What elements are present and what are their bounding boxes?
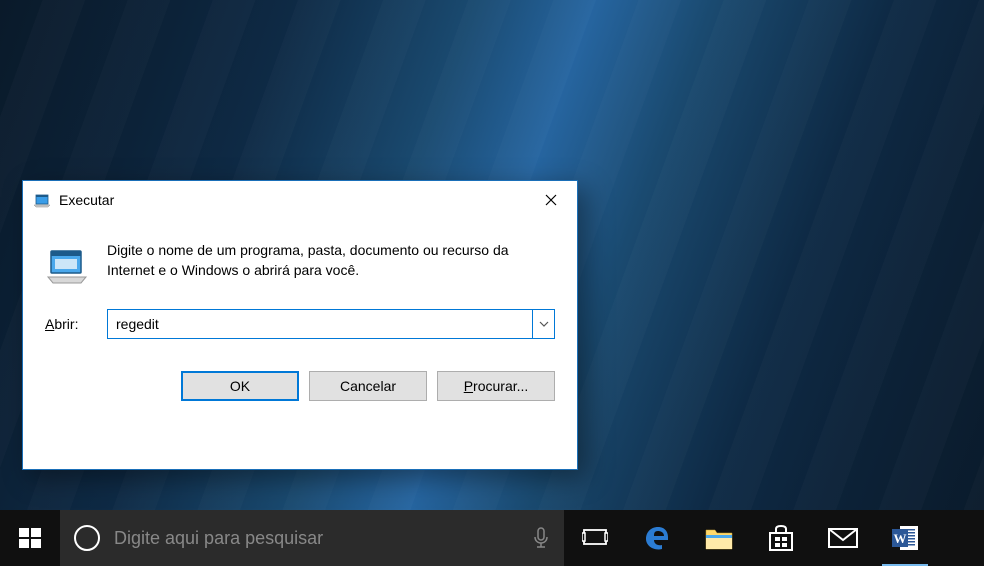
windows-logo-icon [19, 527, 41, 549]
browse-button[interactable]: Procurar... [437, 371, 555, 401]
microphone-icon[interactable] [532, 527, 550, 549]
file-explorer-icon [704, 525, 734, 551]
dialog-title: Executar [59, 192, 525, 208]
start-button[interactable] [0, 510, 60, 566]
edge-icon [642, 523, 672, 553]
mail-icon [827, 527, 859, 549]
open-label: Abrir: [45, 316, 89, 332]
button-row: OK Cancelar Procurar... [23, 339, 577, 401]
store-icon [766, 524, 796, 552]
chevron-down-icon [539, 321, 549, 327]
search-placeholder: Digite aqui para pesquisar [114, 528, 518, 549]
task-view-button[interactable] [564, 510, 626, 566]
run-dialog: Executar Digite o nome de um programa, p… [22, 180, 578, 470]
ok-button[interactable]: OK [181, 371, 299, 401]
close-icon [545, 194, 557, 206]
file-explorer-button[interactable] [688, 510, 750, 566]
taskbar: Digite aqui para pesquisar [0, 510, 984, 566]
dialog-body: Digite o nome de um programa, pasta, doc… [23, 219, 577, 287]
input-row: Abrir: [23, 287, 577, 339]
run-dialog-icon [45, 243, 89, 287]
combo-dropdown-button[interactable] [533, 309, 555, 339]
dialog-description: Digite o nome de um programa, pasta, doc… [107, 241, 555, 287]
word-icon: W [890, 523, 920, 553]
search-box[interactable]: Digite aqui para pesquisar [60, 510, 564, 566]
desktop-background[interactable]: Executar Digite o nome de um programa, p… [0, 0, 984, 566]
task-view-icon [582, 527, 608, 549]
open-input[interactable] [107, 309, 533, 339]
edge-button[interactable] [626, 510, 688, 566]
mail-button[interactable] [812, 510, 874, 566]
titlebar[interactable]: Executar [23, 181, 577, 219]
svg-text:W: W [894, 531, 907, 546]
run-titlebar-icon [33, 191, 51, 209]
store-button[interactable] [750, 510, 812, 566]
word-button[interactable]: W [874, 510, 936, 566]
open-combobox[interactable] [107, 309, 555, 339]
cortana-icon [74, 525, 100, 551]
close-button[interactable] [525, 181, 577, 219]
cancel-button[interactable]: Cancelar [309, 371, 427, 401]
